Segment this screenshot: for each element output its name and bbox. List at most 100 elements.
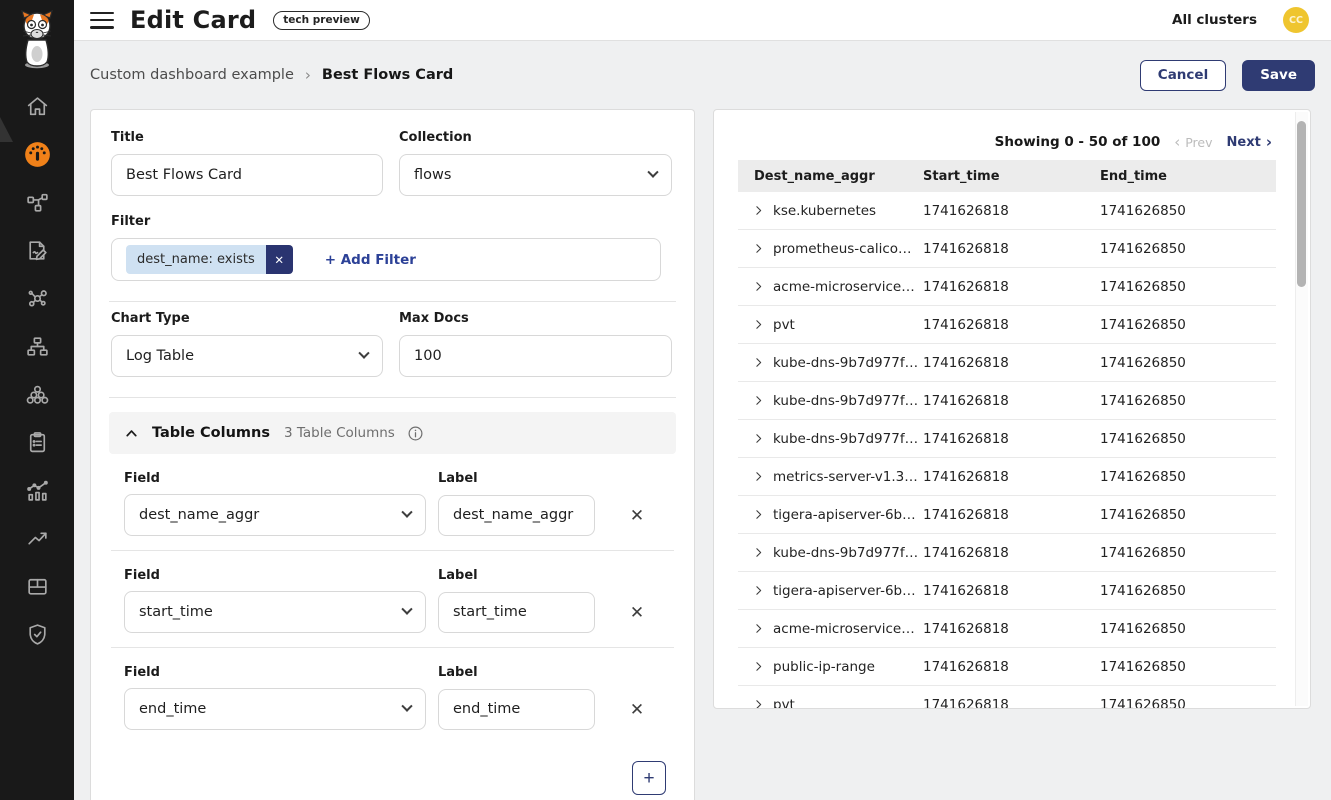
info-icon[interactable] — [407, 425, 424, 442]
field-select[interactable]: end_time — [124, 688, 426, 730]
pagination-showing: Showing 0 - 50 of 100 — [995, 134, 1161, 150]
add-filter-link[interactable]: + Add Filter — [325, 252, 416, 268]
remove-column-button[interactable]: ✕ — [626, 697, 648, 722]
collection-field-label: Collection — [399, 130, 672, 145]
chevron-left-icon: ‹ — [1174, 135, 1180, 150]
field-select[interactable]: dest_name_aggr — [124, 494, 426, 536]
label-caption: Label — [438, 568, 595, 583]
save-button[interactable]: Save — [1242, 60, 1315, 91]
document-edit-icon — [25, 238, 50, 263]
top-bar: Edit Card tech preview All clusters CC — [74, 0, 1331, 41]
cell-end-time: 1741626850 — [1096, 583, 1276, 599]
pagination-prev-label: Prev — [1185, 135, 1212, 150]
sidebar-item-inventory[interactable] — [0, 562, 74, 610]
cluster-selector[interactable]: All clusters — [1172, 12, 1257, 28]
cell-end-time: 1741626850 — [1096, 317, 1276, 333]
table-row: kube-dns-9b7d977f… 1741626818 1741626850 — [738, 344, 1276, 382]
filter-box[interactable]: dest_name: exists ✕ + Add Filter — [111, 238, 661, 281]
cell-end-time: 1741626850 — [1096, 431, 1276, 447]
main-content: Custom dashboard example › Best Flows Ca… — [74, 42, 1331, 800]
tech-preview-badge: tech preview — [273, 11, 370, 30]
page-title: Edit Card — [130, 6, 256, 34]
chevron-down-icon — [401, 604, 412, 615]
sidebar-item-dashboards[interactable] — [0, 130, 74, 178]
expand-row-icon[interactable] — [752, 698, 766, 710]
expand-row-icon[interactable] — [752, 546, 766, 560]
expand-row-icon[interactable] — [752, 394, 766, 408]
remove-column-button[interactable]: ✕ — [626, 600, 648, 625]
max-docs-input[interactable] — [399, 335, 672, 377]
field-select[interactable]: start_time — [124, 591, 426, 633]
cell-end-time: 1741626850 — [1096, 545, 1276, 561]
menu-icon[interactable] — [90, 12, 114, 29]
sidebar-item-policies[interactable] — [0, 226, 74, 274]
sidebar-item-home[interactable] — [0, 82, 74, 130]
expand-row-icon[interactable] — [752, 508, 766, 522]
expand-row-icon[interactable] — [752, 660, 766, 674]
cell-start-time: 1741626818 — [919, 545, 1096, 561]
expand-row-icon[interactable] — [752, 622, 766, 636]
calico-cat-logo[interactable] — [0, 0, 74, 76]
expand-row-icon[interactable] — [752, 318, 766, 332]
label-input[interactable] — [438, 592, 595, 633]
expand-row-icon[interactable] — [752, 584, 766, 598]
sidebar-item-service-graph[interactable] — [0, 178, 74, 226]
cell-start-time: 1741626818 — [919, 659, 1096, 675]
trend-arrow-icon — [25, 526, 50, 551]
sidebar-item-trends[interactable] — [0, 514, 74, 562]
bar-chart-icon — [25, 478, 50, 503]
filter-chip-text: dest_name: exists — [126, 245, 266, 274]
field-select-value: dest_name_aggr — [139, 507, 259, 523]
scrollbar-track[interactable] — [1295, 112, 1308, 706]
chart-type-field-label: Chart Type — [111, 311, 383, 326]
pagination-prev-button[interactable]: ‹ Prev — [1174, 135, 1212, 150]
remove-column-button[interactable]: ✕ — [626, 503, 648, 528]
chevron-down-icon — [647, 167, 658, 178]
label-input[interactable] — [438, 495, 595, 536]
avatar[interactable]: CC — [1283, 7, 1309, 33]
cell-end-time: 1741626850 — [1096, 279, 1276, 295]
cell-dest-name-aggr: pvt — [773, 697, 795, 710]
table-row: tigera-apiserver-6b… 1741626818 17416268… — [738, 572, 1276, 610]
expand-row-icon[interactable] — [752, 432, 766, 446]
breadcrumb-parent-link[interactable]: Custom dashboard example — [90, 67, 294, 83]
expand-row-icon[interactable] — [752, 242, 766, 256]
pagination-next-button[interactable]: Next › — [1227, 135, 1272, 150]
sidebar-nav — [0, 82, 74, 658]
cell-end-time: 1741626850 — [1096, 507, 1276, 523]
expand-row-icon[interactable] — [752, 470, 766, 484]
scrollbar-thumb[interactable] — [1297, 121, 1306, 287]
table-columns-title: Table Columns — [152, 425, 270, 441]
remove-filter-icon[interactable]: ✕ — [266, 245, 293, 274]
cell-start-time: 1741626818 — [919, 697, 1096, 710]
filter-field-label: Filter — [111, 214, 674, 229]
chevron-down-icon — [358, 348, 369, 359]
clipboard-list-icon — [25, 430, 50, 455]
table-column-editor-row: Field Label dest_name_aggr ✕ — [111, 454, 674, 550]
label-input[interactable] — [438, 689, 595, 730]
divider — [109, 397, 676, 398]
chart-type-select[interactable]: Log Table — [111, 335, 383, 377]
expand-row-icon[interactable] — [752, 204, 766, 218]
sidebar-item-endpoints[interactable] — [0, 274, 74, 322]
sitemap-icon — [25, 334, 50, 359]
table-columns-accordion-header[interactable]: Table Columns 3 Table Columns — [109, 412, 676, 454]
expand-row-icon[interactable] — [752, 356, 766, 370]
max-docs-field-label: Max Docs — [399, 311, 672, 326]
cancel-button[interactable]: Cancel — [1140, 60, 1226, 91]
column-header-end-time: End_time — [1096, 169, 1276, 184]
sidebar-item-clusters[interactable] — [0, 370, 74, 418]
chevron-down-icon — [401, 701, 412, 712]
add-column-button[interactable]: + — [632, 761, 666, 795]
sidebar-item-network[interactable] — [0, 322, 74, 370]
chart-type-select-value: Log Table — [126, 348, 194, 364]
sidebar-item-security[interactable] — [0, 610, 74, 658]
expand-row-icon[interactable] — [752, 280, 766, 294]
sidebar-item-compliance[interactable] — [0, 418, 74, 466]
sidebar-item-statistics[interactable] — [0, 466, 74, 514]
card-preview-panel: Showing 0 - 50 of 100 ‹ Prev Next › Dest… — [713, 109, 1311, 709]
table-row: prometheus-calico… 1741626818 1741626850 — [738, 230, 1276, 268]
chevron-up-icon — [123, 425, 140, 442]
title-input[interactable] — [111, 154, 383, 196]
collection-select[interactable]: flows — [399, 154, 672, 196]
